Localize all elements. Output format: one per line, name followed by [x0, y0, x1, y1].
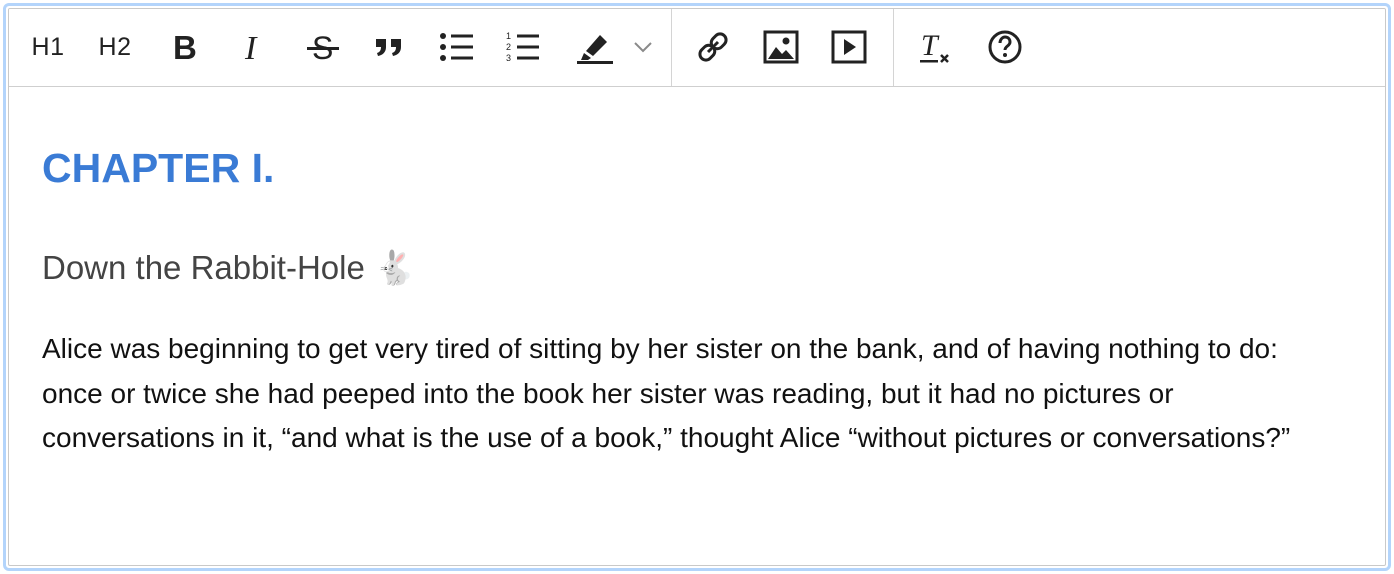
chevron-down-icon: [634, 42, 652, 53]
svg-text:1: 1: [506, 31, 511, 41]
bold-button[interactable]: B: [167, 21, 201, 73]
heading-1-label: H1: [31, 32, 65, 61]
toolbar-divider: [893, 9, 894, 86]
play-icon: [831, 30, 867, 64]
toolbar-divider: [671, 9, 672, 86]
bullet-list-icon: [440, 33, 473, 61]
image-icon: [763, 30, 799, 64]
help-button[interactable]: [985, 21, 1025, 73]
ordered-list-button[interactable]: 1 2 3: [503, 21, 543, 73]
editor-focus-frame: H1 H2 B I S: [3, 3, 1391, 571]
svg-text:I: I: [244, 31, 258, 63]
strikethrough-icon: S: [307, 30, 339, 64]
numbered-list-icon: 1 2 3: [506, 31, 539, 63]
link-icon: [698, 32, 728, 62]
highlight-dropdown-button[interactable]: [629, 21, 657, 73]
editor-content-area[interactable]: CHAPTER I. Down the Rabbit-Hole 🐇 Alice …: [42, 87, 1352, 565]
italic-button[interactable]: I: [237, 21, 271, 73]
heading-1-button[interactable]: H1: [27, 21, 69, 73]
svg-text:2: 2: [506, 42, 511, 52]
strikethrough-button[interactable]: S: [303, 21, 343, 73]
svg-text:T: T: [921, 29, 940, 62]
clear-format-icon: T: [920, 29, 949, 63]
blockquote-button[interactable]: [371, 21, 407, 73]
bold-icon: B: [173, 31, 197, 63]
clear-formatting-button[interactable]: T: [915, 21, 955, 73]
bullet-list-button[interactable]: [437, 21, 477, 73]
highlight-button[interactable]: [571, 21, 619, 73]
link-button[interactable]: [693, 21, 733, 73]
svg-text:B: B: [173, 31, 197, 63]
image-button[interactable]: [761, 21, 801, 73]
italic-icon: I: [244, 31, 258, 63]
chapter-heading: CHAPTER I.: [42, 145, 275, 191]
chapter-subheading: Down the Rabbit-Hole 🐇: [42, 249, 416, 286]
video-button[interactable]: [829, 21, 869, 73]
quote-icon: [376, 39, 401, 56]
rich-text-editor: H1 H2 B I S: [8, 8, 1386, 566]
help-icon: [988, 30, 1022, 64]
heading-2-label: H2: [98, 32, 132, 61]
editor-toolbar: H1 H2 B I S: [9, 9, 1385, 87]
svg-text:3: 3: [506, 53, 511, 63]
body-paragraph: Alice was beginning to get very tired of…: [42, 333, 1291, 453]
heading-2-button[interactable]: H2: [93, 21, 137, 73]
highlighter-icon: [577, 35, 613, 64]
